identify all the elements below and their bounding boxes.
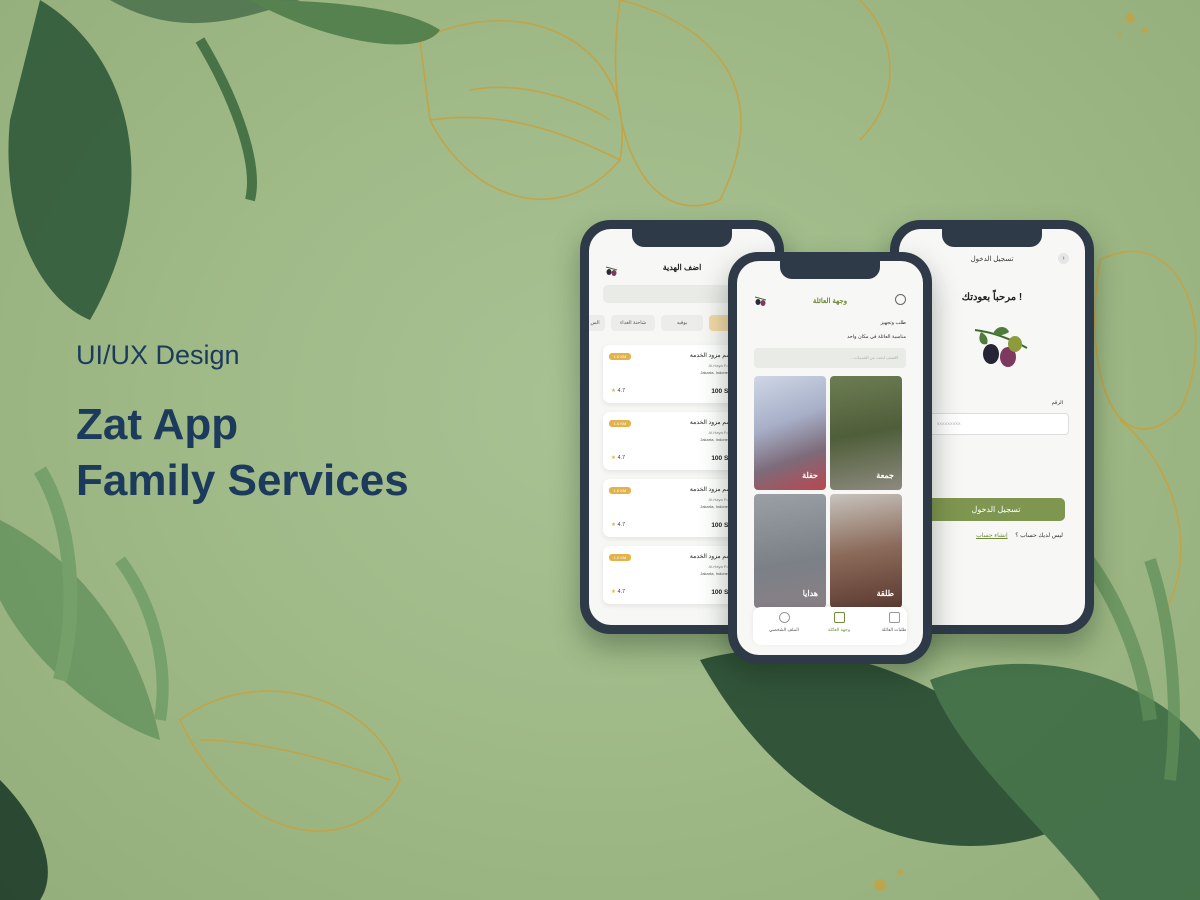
star-icon: ★ bbox=[611, 522, 616, 528]
provider-rating: ★ 4.7 bbox=[611, 388, 626, 394]
home-icon bbox=[888, 612, 900, 623]
star-icon: ★ bbox=[611, 455, 616, 461]
intro-line-1: طلب وتجهيز bbox=[880, 320, 906, 326]
provider-rating: ★ 4.7 bbox=[611, 522, 626, 528]
back-chevron-icon[interactable]: › bbox=[1058, 253, 1069, 264]
app-title-line2: Family Services bbox=[76, 456, 409, 505]
tile-label: هدايا bbox=[802, 589, 818, 598]
category-tile-party[interactable]: حفلة bbox=[754, 376, 826, 490]
star-icon: ★ bbox=[611, 589, 616, 595]
profile-icon bbox=[778, 612, 790, 623]
phone-label: الرقم bbox=[1051, 400, 1063, 406]
provider-name: اسم مزود الخدمة bbox=[689, 420, 733, 426]
provider-rating: ★ 4.7 bbox=[611, 589, 626, 595]
grid-icon bbox=[833, 612, 845, 623]
kicker-text: UI/UX Design bbox=[76, 340, 240, 370]
phone-placeholder: 5XXXXXXXX bbox=[928, 414, 961, 434]
provider-name: اسم مزود الخدمة bbox=[689, 554, 733, 560]
create-account-link[interactable]: إنشاء حساب bbox=[976, 533, 1008, 539]
provider-rating: ★ 4.7 bbox=[611, 455, 626, 461]
phone-notch bbox=[632, 229, 732, 247]
category-tile-outing[interactable]: طلقة bbox=[830, 494, 902, 608]
bottom-tab-bar: الملف الشخصي وجهة العائلة طلبات العائلة bbox=[753, 607, 907, 645]
phone-home-screen: وجهة العائلة طلب وتجهيز مناسبة العائلة ف… bbox=[728, 252, 932, 664]
category-tile-gathering[interactable]: جمعة bbox=[830, 376, 902, 490]
phone-notch bbox=[780, 261, 880, 279]
menu-icon[interactable] bbox=[895, 294, 906, 305]
tab-family-destination[interactable]: وجهة العائلة bbox=[814, 612, 864, 633]
distance-badge: 1.0 KM bbox=[609, 554, 631, 561]
home-search-input[interactable]: اكتشف ابحث عن الخدمات... bbox=[754, 348, 906, 368]
provider-name: اسم مزود الخدمة bbox=[689, 353, 733, 359]
chip-partial[interactable]: الس bbox=[589, 315, 605, 331]
distance-badge: 1.0 KM bbox=[609, 420, 631, 427]
olive-logo-icon bbox=[974, 327, 1028, 367]
headline-block: UI/UX Design Zat App Family Services bbox=[76, 340, 409, 509]
chip-lunch-truck[interactable]: شاحنة الغداء bbox=[611, 315, 655, 331]
tab-family-orders[interactable]: طلبات العائلة bbox=[869, 612, 919, 633]
app-title-line1: Zat App bbox=[76, 400, 239, 449]
tile-label: حفلة bbox=[802, 471, 818, 480]
distance-badge: 1.0 KM bbox=[609, 353, 631, 360]
tab-profile[interactable]: الملف الشخصي bbox=[759, 612, 809, 633]
login-button[interactable]: تسجيل الدخول bbox=[927, 498, 1065, 521]
chip-buffet[interactable]: بوفيه bbox=[661, 315, 703, 331]
star-icon: ★ bbox=[611, 388, 616, 394]
tile-label: طلقة bbox=[876, 589, 894, 598]
showcase-canvas: UI/UX Design Zat App Family Services اضف… bbox=[0, 0, 1200, 900]
phone-notch bbox=[942, 229, 1042, 247]
provider-name: اسم مزود الخدمة bbox=[689, 487, 733, 493]
intro-line-2: مناسبة العائلة في مكان واحد bbox=[847, 334, 906, 340]
tile-label: جمعة bbox=[876, 471, 894, 480]
category-tile-gifts[interactable]: هدايا bbox=[754, 494, 826, 608]
distance-badge: 1.0 KM bbox=[609, 487, 631, 494]
no-account-text: ليس لديك حساب ؟ bbox=[1015, 533, 1063, 539]
